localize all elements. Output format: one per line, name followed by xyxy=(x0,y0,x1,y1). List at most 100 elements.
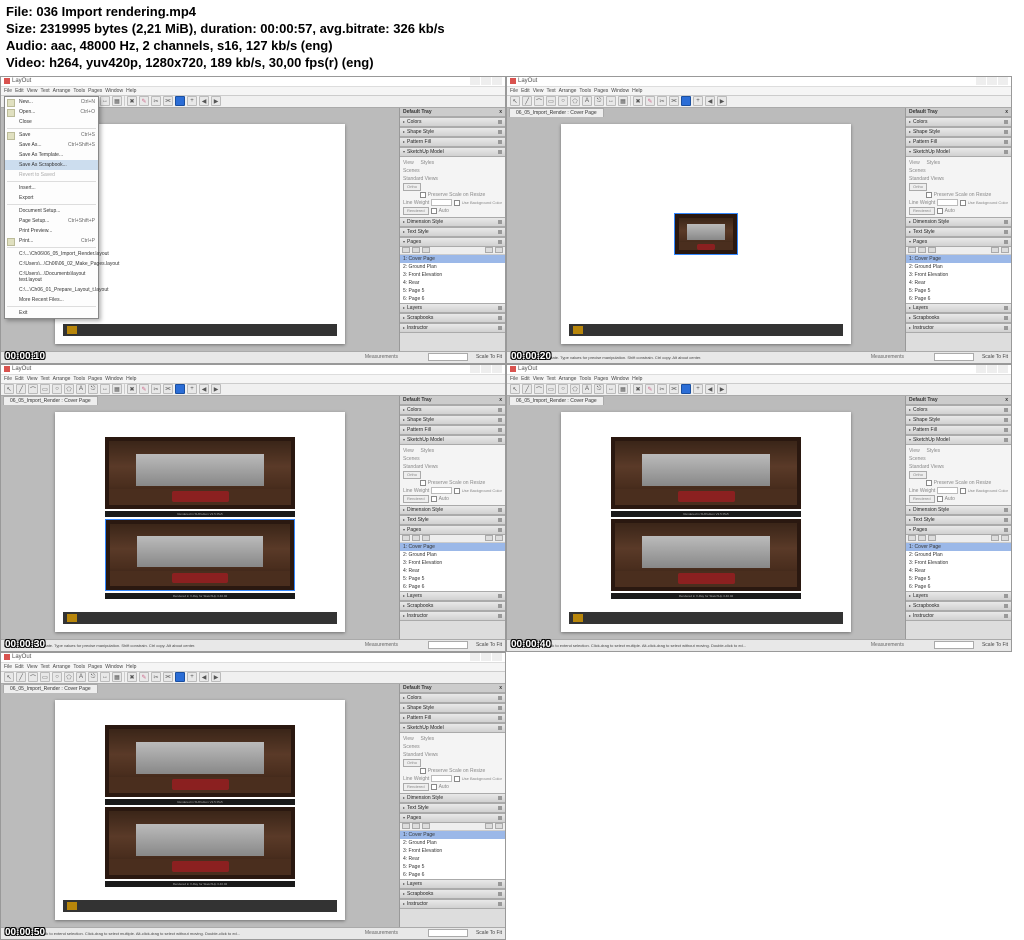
tray-header[interactable]: Default Trayx xyxy=(400,108,505,117)
pin-icon[interactable] xyxy=(498,306,502,310)
tray-close-icon[interactable]: x xyxy=(499,109,502,115)
menu-item-docsetup[interactable]: Document Setup... xyxy=(5,206,98,216)
placed-render-2-selected[interactable] xyxy=(105,519,295,591)
panel-pages[interactable]: Pages xyxy=(400,237,505,247)
panel-shape-style[interactable]: Shape Style xyxy=(400,127,505,137)
maximize-button[interactable] xyxy=(481,77,491,85)
canvas[interactable]: Rendered in SUPodium V2.5 Plu5 Rendered … xyxy=(1,684,399,927)
menu-tools[interactable]: Tools xyxy=(73,88,85,94)
minimize-button[interactable] xyxy=(470,77,480,85)
pin-icon[interactable] xyxy=(498,130,502,134)
menu-view[interactable]: View xyxy=(27,88,38,94)
menu-item-exit[interactable]: Exit xyxy=(5,308,98,318)
placed-render-small[interactable] xyxy=(674,213,738,255)
pin-icon[interactable] xyxy=(498,326,502,330)
page-item-ground[interactable]: 2: Ground Plan xyxy=(400,263,505,271)
page-item-cover[interactable]: 1: Cover Page xyxy=(400,255,505,263)
menu-item-new[interactable]: New...Ctrl+N xyxy=(5,97,98,107)
rendered-button[interactable]: Rendered xyxy=(403,207,429,215)
menu-edit[interactable]: Edit xyxy=(15,88,24,94)
measurements-field[interactable] xyxy=(428,353,468,361)
menu-item-export[interactable]: Export xyxy=(5,193,98,203)
tool-addpage[interactable]: + xyxy=(187,96,197,106)
document-page[interactable] xyxy=(561,124,851,344)
menu-window[interactable]: Window xyxy=(105,88,123,94)
auto-checkbox[interactable] xyxy=(431,208,437,214)
page-item-rear[interactable]: 4: Rear xyxy=(400,279,505,287)
menu-item-more-recent[interactable]: More Recent Files... xyxy=(5,295,98,305)
menu-item-print[interactable]: Print...Ctrl+P xyxy=(5,236,98,246)
placed-render-2[interactable] xyxy=(611,519,801,591)
page-add-button[interactable] xyxy=(402,247,410,253)
menu-item-preview[interactable]: Print Preview... xyxy=(5,226,98,236)
page-item-5[interactable]: 5: Page 5 xyxy=(400,287,505,295)
menu-item-open[interactable]: Open...Ctrl+O xyxy=(5,107,98,117)
panel-instructor[interactable]: Instructor xyxy=(400,323,505,333)
menu-item-revert[interactable]: Revert to Saved xyxy=(5,170,98,180)
su-styles-tab[interactable]: Styles xyxy=(421,160,435,166)
page-item-6[interactable]: 6: Page 6 xyxy=(400,295,505,303)
page-dup-button[interactable] xyxy=(412,247,420,253)
pin-icon[interactable] xyxy=(498,240,502,244)
zoom-label[interactable]: Scale To Fit xyxy=(476,354,502,360)
panel-sketchup-model[interactable]: SketchUp Model xyxy=(400,147,505,157)
menu-text[interactable]: Text xyxy=(40,88,49,94)
menu-file[interactable]: File xyxy=(4,88,12,94)
tool-table[interactable]: ▦ xyxy=(112,96,122,106)
tool-present[interactable] xyxy=(175,96,185,106)
tool-style[interactable]: ✎ xyxy=(139,96,149,106)
pin-icon[interactable] xyxy=(498,120,502,124)
page-thumb-view-button[interactable] xyxy=(495,247,503,253)
pin-icon[interactable] xyxy=(498,220,502,224)
panel-pattern-fill[interactable]: Pattern Fill xyxy=(400,137,505,147)
line-weight-field[interactable] xyxy=(431,199,451,206)
menu-item-save-template[interactable]: Save As Template... xyxy=(5,150,98,160)
pin-icon[interactable] xyxy=(498,150,502,154)
menu-item-close[interactable]: Close xyxy=(5,117,98,127)
placed-render-2[interactable] xyxy=(105,807,295,879)
bg-color-checkbox[interactable] xyxy=(454,200,460,206)
page-list-view-button[interactable] xyxy=(485,247,493,253)
menu-item-pagesetup[interactable]: Page Setup...Ctrl+Shift+P xyxy=(5,216,98,226)
panel-dimension-style[interactable]: Dimension Style xyxy=(400,217,505,227)
tool-join[interactable]: ⫘ xyxy=(163,96,173,106)
page-del-button[interactable] xyxy=(422,247,430,253)
preserve-scale-checkbox[interactable] xyxy=(420,192,426,198)
placed-render-1[interactable] xyxy=(611,437,801,509)
pin-icon[interactable] xyxy=(498,140,502,144)
tool-dim[interactable]: ↔ xyxy=(100,96,110,106)
panel-scrapbooks[interactable]: Scrapbooks xyxy=(400,313,505,323)
document-page[interactable]: Rendered in SUPodium V2.5 Plu5 Rendered … xyxy=(55,412,345,632)
canvas[interactable]: Rendered in SUPodium V2.5 Plu5 Rendered … xyxy=(1,396,399,639)
menu-item-save-scrapbook[interactable]: Save As Scrapbook... xyxy=(5,160,98,170)
placed-render-1[interactable] xyxy=(105,437,295,509)
pin-icon[interactable] xyxy=(498,316,502,320)
su-ortho-button[interactable]: Ortho xyxy=(403,183,421,191)
panel-colors[interactable]: Colors xyxy=(400,117,505,127)
menu-arrange[interactable]: Arrange xyxy=(53,88,71,94)
tool-next[interactable]: ▶ xyxy=(211,96,221,106)
page-item-front[interactable]: 3: Front Elevation xyxy=(400,271,505,279)
placed-render-1[interactable] xyxy=(105,725,295,797)
menu-pages[interactable]: Pages xyxy=(88,88,102,94)
menu-item-recent-2[interactable]: C:\Users\...\Ch06\06_02_Make_Pages.layou… xyxy=(5,259,98,269)
menu-item-insert[interactable]: Insert... xyxy=(5,183,98,193)
panel-layers[interactable]: Layers xyxy=(400,303,505,313)
pin-icon[interactable] xyxy=(498,230,502,234)
menu-item-recent-4[interactable]: C:\...\Ch06_01_Prepare_Layout_t.layout xyxy=(5,285,98,295)
tool-split[interactable]: ✂ xyxy=(151,96,161,106)
menu-item-save[interactable]: SaveCtrl+S xyxy=(5,130,98,140)
tool-erase[interactable]: ✖ xyxy=(127,96,137,106)
panel-text-style[interactable]: Text Style xyxy=(400,227,505,237)
tool-prev[interactable]: ◀ xyxy=(199,96,209,106)
canvas[interactable] xyxy=(507,108,905,351)
close-button[interactable] xyxy=(492,77,502,85)
document-page[interactable]: Rendered in SUPodium V2.5 Plu5 Rendered … xyxy=(561,412,851,632)
su-view-tab[interactable]: View xyxy=(403,160,414,166)
canvas[interactable]: Rendered in SUPodium V2.5 Plu5 Rendered … xyxy=(507,396,905,639)
document-tab[interactable]: 06_05_Import_Render : Cover Page xyxy=(509,108,604,117)
menu-item-recent-3[interactable]: C:\Users\...\Documents\layout test.layou… xyxy=(5,269,98,285)
menu-item-save-as[interactable]: Save As...Ctrl+Shift+S xyxy=(5,140,98,150)
document-page[interactable]: Rendered in SUPodium V2.5 Plu5 Rendered … xyxy=(55,700,345,920)
menu-help[interactable]: Help xyxy=(126,88,136,94)
